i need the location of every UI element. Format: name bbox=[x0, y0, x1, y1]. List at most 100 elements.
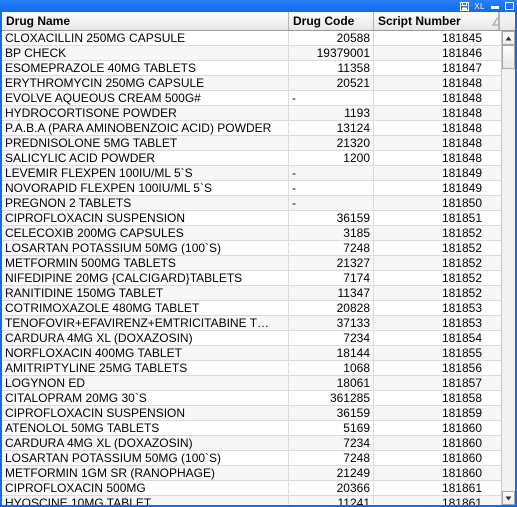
table-row[interactable]: RANITIDINE 150MG TABLET 11347 181852 bbox=[2, 286, 501, 301]
cell-drug-name: LEVEMIR FLEXPEN 100IU/ML 5`S bbox=[2, 166, 289, 180]
title-bar-controls: XL bbox=[460, 1, 515, 11]
cell-script-number: 181861 bbox=[441, 496, 482, 505]
table-row[interactable]: NIFEDIPINE 20MG {CALCIGARD}TABLETS 7174 18… bbox=[2, 271, 501, 286]
cell-drug-name: CIPROFLOXACIN 500MG bbox=[2, 481, 289, 495]
table-row[interactable]: CARDURA 4MG XL (DOXAZOSIN) 7234 181860 bbox=[2, 436, 501, 451]
table-row[interactable]: ESOMEPRAZOLE 40MG TABLETS 11358 181847 bbox=[2, 61, 501, 76]
cell-drug-name: METFORMIN 1GM SR (RANOPHAGE) bbox=[2, 466, 289, 480]
cell-drug-code: - bbox=[289, 91, 374, 105]
cell-drug-code: 3185 bbox=[289, 226, 374, 240]
table-row[interactable]: CARDURA 4MG XL (DOXAZOSIN) 7234 181854 bbox=[2, 331, 501, 346]
table-row[interactable]: CIPROFLOXACIN SUSPENSION 36159 181851 bbox=[2, 211, 501, 226]
table-row[interactable]: PREDNISOLONE 5MG TABLET 21320 181848 bbox=[2, 136, 501, 151]
cell-script-number: 181859 bbox=[441, 406, 482, 420]
cell-drug-code: 11347 bbox=[289, 286, 374, 300]
table-row[interactable]: ERYTHROMYCIN 250MG CAPSULE 20521 181848 bbox=[2, 76, 501, 91]
table-row[interactable]: METFORMIN 500MG TABLETS 21327 181852 bbox=[2, 256, 501, 271]
cell-drug-name: CLOXACILLIN 250MG CAPSULE bbox=[2, 31, 289, 45]
table-row[interactable]: CIPROFLOXACIN 500MG 20366 181861 bbox=[2, 481, 501, 496]
cell-script-number: 181851 bbox=[441, 211, 482, 225]
cell-script-number: 181861 bbox=[441, 481, 482, 495]
table-row[interactable]: COTRIMOXAZOLE 480MG TABLET 20828 181853 bbox=[2, 301, 501, 316]
cell-drug-code: 7248 bbox=[289, 451, 374, 465]
table-row[interactable]: AMITRIPTYLINE 25MG TABLETS 1068 181856 bbox=[2, 361, 501, 376]
table-row[interactable]: HYDROCORTISONE POWDER 1193 181848 bbox=[2, 106, 501, 121]
scroll-down-button[interactable] bbox=[502, 491, 515, 505]
table-row[interactable]: P.A.B.A (PARA AMINOBENZOIC ACID) POWDER 1… bbox=[2, 121, 501, 136]
cell-drug-code: - bbox=[289, 196, 374, 210]
cell-script-number: 181860 bbox=[441, 451, 482, 465]
cell-script-number: 181845 bbox=[441, 31, 482, 45]
cell-script-number: 181847 bbox=[441, 61, 482, 75]
cell-drug-name: RANITIDINE 150MG TABLET bbox=[2, 286, 289, 300]
cell-script-number: 181846 bbox=[441, 46, 482, 60]
table-row[interactable]: CELECOXIB 200MG CAPSULES 3185 181852 bbox=[2, 226, 501, 241]
cell-script-number: 181856 bbox=[441, 361, 482, 375]
table-row[interactable]: NORFLOXACIN 400MG TABLET 18144 181855 bbox=[2, 346, 501, 361]
cell-script-number: 181852 bbox=[441, 286, 482, 300]
table-row[interactable]: BP CHECK 19379001 181846 bbox=[2, 46, 501, 61]
cell-script-number: 181848 bbox=[441, 76, 482, 90]
cell-drug-code: - bbox=[289, 166, 374, 180]
table-row[interactable]: NOVORAPID FLEXPEN 100IU/ML 5`S - 181849 bbox=[2, 181, 501, 196]
cell-script-number: 181857 bbox=[441, 376, 482, 390]
cell-drug-code: 361285 bbox=[289, 391, 374, 405]
table-row[interactable]: TENOFOVIR+EFAVIRENZ+EMTRICITABINE T… 3713… bbox=[2, 316, 501, 331]
table-row[interactable]: LOGYNON ED 18061 181857 bbox=[2, 376, 501, 391]
caret-down-icon bbox=[505, 496, 512, 500]
scrollbar-thumb[interactable] bbox=[502, 45, 515, 69]
cell-drug-name: NORFLOXACIN 400MG TABLET bbox=[2, 346, 289, 360]
grid-container: Drug Name Drug Code Script Number CLOXAC… bbox=[0, 12, 517, 507]
cell-script-number: 181860 bbox=[441, 466, 482, 480]
maximize-button[interactable] bbox=[504, 1, 515, 11]
table-row[interactable]: CIPROFLOXACIN SUSPENSION 36159 181859 bbox=[2, 406, 501, 421]
cell-drug-code: 13124 bbox=[289, 121, 374, 135]
cell-drug-code: 21320 bbox=[289, 136, 374, 150]
minimize-button[interactable] bbox=[490, 1, 500, 11]
excel-export-label[interactable]: XL bbox=[473, 2, 486, 11]
cell-drug-name: PREGNON 2 TABLETS bbox=[2, 196, 289, 210]
table-row[interactable]: LEVEMIR FLEXPEN 100IU/ML 5`S - 181849 bbox=[2, 166, 501, 181]
cell-drug-name: CARDURA 4MG XL (DOXAZOSIN) bbox=[2, 331, 289, 345]
table-row[interactable]: METFORMIN 1GM SR (RANOPHAGE) 21249 181860 bbox=[2, 466, 501, 481]
cell-drug-code: 21327 bbox=[289, 256, 374, 270]
column-header-script-number[interactable]: Script Number bbox=[374, 12, 499, 30]
cell-drug-name: METFORMIN 500MG TABLETS bbox=[2, 256, 289, 270]
cell-drug-name: HYOSCINE 10MG TABLET bbox=[2, 496, 289, 505]
table-row[interactable]: SALICYLIC ACID POWDER 1200 181848 bbox=[2, 151, 501, 166]
cell-drug-code: 36159 bbox=[289, 406, 374, 420]
cell-script-number: 181848 bbox=[441, 151, 482, 165]
cell-drug-code: 20366 bbox=[289, 481, 374, 495]
cell-drug-code: 1200 bbox=[289, 151, 374, 165]
cell-drug-name: COTRIMOXAZOLE 480MG TABLET bbox=[2, 301, 289, 315]
cell-script-number: 181848 bbox=[441, 91, 482, 105]
column-header-drug-name[interactable]: Drug Name bbox=[2, 12, 289, 30]
table-row[interactable]: LOSARTAN POTASSIUM 50MG (100`S) 7248 18185… bbox=[2, 241, 501, 256]
cell-drug-code: 18144 bbox=[289, 346, 374, 360]
cell-drug-code: 20828 bbox=[289, 301, 374, 315]
cell-script-number: 181852 bbox=[441, 271, 482, 285]
table-row[interactable]: ATENOLOL 50MG TABLETS 5169 181860 bbox=[2, 421, 501, 436]
cell-drug-name: PREDNISOLONE 5MG TABLET bbox=[2, 136, 289, 150]
grid-rows: CLOXACILLIN 250MG CAPSULE 20588 181845 BP C… bbox=[2, 31, 501, 505]
table-row[interactable]: CLOXACILLIN 250MG CAPSULE 20588 181845 bbox=[2, 31, 501, 46]
vertical-scrollbar[interactable] bbox=[501, 31, 515, 505]
table-row[interactable]: HYOSCINE 10MG TABLET 11241 181861 bbox=[2, 496, 501, 505]
cell-drug-name: NOVORAPID FLEXPEN 100IU/ML 5`S bbox=[2, 181, 289, 195]
cell-drug-code: 11241 bbox=[289, 496, 374, 505]
scroll-up-button[interactable] bbox=[502, 31, 515, 45]
table-row[interactable]: CITALOPRAM 20MG 30`S 361285 181858 bbox=[2, 391, 501, 406]
cell-script-number: 181849 bbox=[441, 181, 482, 195]
cell-script-number: 181850 bbox=[441, 196, 482, 210]
table-row[interactable]: PREGNON 2 TABLETS - 181850 bbox=[2, 196, 501, 211]
cell-drug-code: 19379001 bbox=[289, 46, 374, 60]
column-header-drug-code[interactable]: Drug Code bbox=[289, 12, 374, 30]
table-row[interactable]: EVOLVE AQUEOUS CREAM 500G# - 181848 bbox=[2, 91, 501, 106]
table-row[interactable]: LOSARTAN POTASSIUM 50MG (100`S) 7248 18186… bbox=[2, 451, 501, 466]
data-grid-window: XL Drug Name Drug Code Script Number CLO… bbox=[0, 0, 517, 507]
scrollbar-track[interactable] bbox=[502, 45, 515, 491]
cell-drug-code: 21249 bbox=[289, 466, 374, 480]
save-to-excel-button[interactable] bbox=[460, 1, 470, 11]
floppy-disk-icon bbox=[460, 1, 470, 11]
cell-script-number: 181860 bbox=[441, 436, 482, 450]
